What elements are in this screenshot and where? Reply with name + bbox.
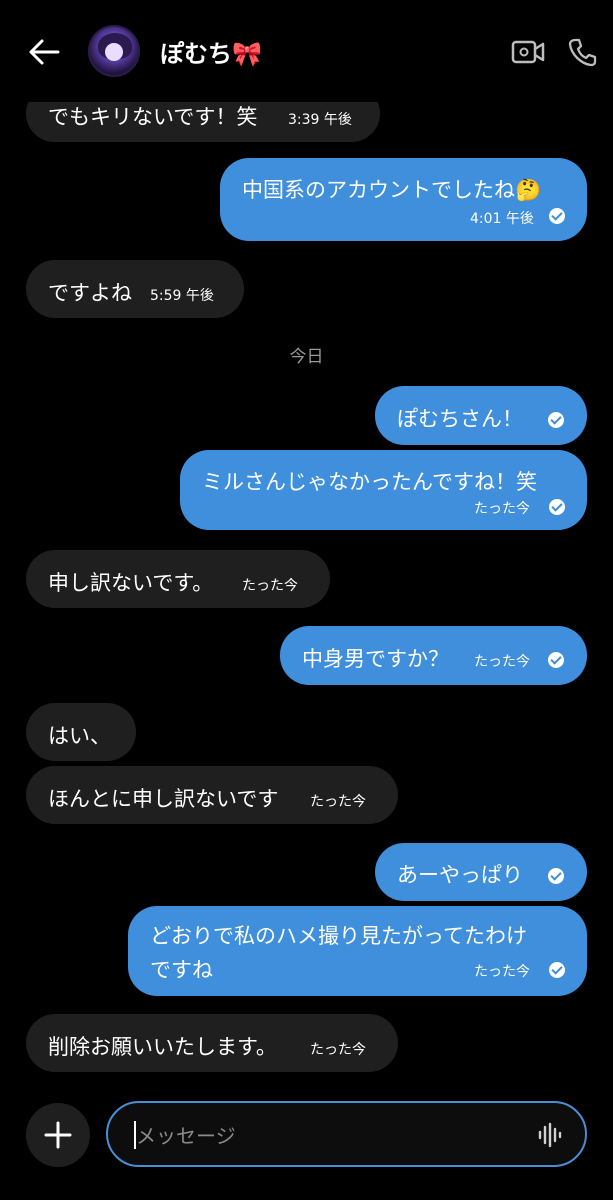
message-time: 4:01 午後 bbox=[470, 211, 534, 227]
message-bubble-outgoing[interactable]: ミルさんじゃなかったんですね！笑 たった今 bbox=[180, 450, 587, 530]
message-time: たった今 bbox=[242, 578, 298, 594]
message-text: 中身男ですか？ bbox=[302, 647, 449, 671]
read-check-icon bbox=[549, 208, 565, 224]
read-check-icon bbox=[548, 652, 564, 668]
message-text: ぽむちさん！ bbox=[397, 407, 523, 431]
plus-icon bbox=[44, 1121, 72, 1149]
back-arrow-icon[interactable] bbox=[22, 32, 66, 72]
message-time: たった今 bbox=[474, 654, 530, 670]
day-separator: 今日 bbox=[289, 347, 324, 367]
read-check-icon bbox=[548, 412, 564, 428]
message-bubble-outgoing[interactable]: 中国系のアカウントでしたね🤔 4:01 午後 bbox=[220, 158, 587, 241]
message-text: はい、 bbox=[48, 724, 111, 748]
message-bubble-incoming[interactable]: ほんとに申し訳ないです たった今 bbox=[26, 766, 398, 824]
read-check-icon bbox=[548, 868, 564, 884]
message-time: 5:59 午後 bbox=[150, 288, 214, 304]
message-time: 3:39 午後 bbox=[288, 112, 352, 128]
message-text: 申し訳ないです。 bbox=[48, 571, 214, 595]
message-bubble-incoming[interactable]: 申し訳ないです。 たった今 bbox=[26, 550, 330, 608]
message-time: たった今 bbox=[310, 1042, 366, 1058]
message-bubble-incoming[interactable]: 削除お願いいたします。 たった今 bbox=[26, 1014, 398, 1072]
video-call-icon[interactable] bbox=[510, 34, 546, 70]
chat-header: ぽむち🎀 bbox=[0, 0, 613, 102]
message-text: でもキリないです！笑 bbox=[48, 105, 258, 129]
message-bubble-outgoing[interactable]: 中身男ですか？ たった今 bbox=[280, 626, 587, 685]
message-text: ミルさんじゃなかったんですね！笑 bbox=[202, 470, 537, 494]
read-check-icon bbox=[549, 499, 565, 515]
avatar[interactable] bbox=[88, 25, 140, 77]
message-text: どおりで私のハメ撮り見たがってたわけ bbox=[150, 924, 527, 948]
phone-call-icon[interactable] bbox=[565, 34, 601, 70]
message-input-container[interactable] bbox=[106, 1101, 587, 1167]
message-text: 削除お願いいたします。 bbox=[48, 1035, 277, 1059]
message-bubble-outgoing[interactable]: あーやっぱり bbox=[375, 843, 587, 901]
message-time: たった今 bbox=[310, 794, 366, 810]
message-text: ですね bbox=[150, 958, 213, 982]
contact-name[interactable]: ぽむち🎀 bbox=[160, 34, 262, 69]
message-bubble-outgoing[interactable]: どおりで私のハメ撮り見たがってたわけ ですね たった今 bbox=[128, 906, 587, 996]
message-time: たった今 bbox=[474, 501, 530, 517]
message-bubble-outgoing[interactable]: ぽむちさん！ bbox=[375, 386, 587, 445]
message-text: ほんとに申し訳ないです bbox=[48, 787, 279, 811]
voice-waveform-icon[interactable] bbox=[536, 1121, 564, 1149]
message-bubble-incoming[interactable]: はい、 bbox=[26, 703, 136, 761]
message-text: ですよね bbox=[48, 281, 132, 305]
add-attachment-button[interactable] bbox=[26, 1103, 90, 1167]
message-text: 中国系のアカウントでしたね🤔 bbox=[242, 178, 542, 202]
message-text: あーやっぱり bbox=[397, 863, 523, 887]
message-time: たった今 bbox=[474, 964, 530, 980]
read-check-icon bbox=[549, 962, 565, 978]
message-bubble-incoming[interactable]: ですよね 5:59 午後 bbox=[26, 260, 244, 318]
message-input[interactable] bbox=[134, 1115, 518, 1157]
